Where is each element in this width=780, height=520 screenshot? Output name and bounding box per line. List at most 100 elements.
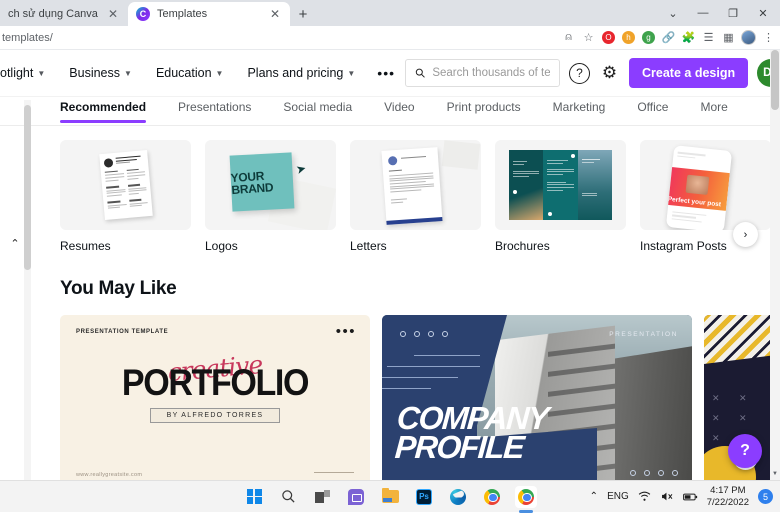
category-card-resumes[interactable]: Resumes (60, 140, 191, 253)
share-icon[interactable]: ⍝ (559, 28, 578, 47)
browser-tab-active[interactable]: C Templates ✕ (128, 2, 290, 26)
honey-extension-icon[interactable]: h (619, 28, 638, 47)
category-tab-bar: Recommended Presentations Social media V… (0, 97, 780, 126)
chevron-down-icon[interactable]: ⌄ (658, 0, 688, 26)
category-label: Brochures (495, 239, 550, 253)
canva-favicon-icon: C (136, 7, 150, 21)
edge-icon (450, 488, 466, 505)
page-scrollbar[interactable]: ▼ (770, 50, 780, 480)
gear-icon[interactable]: ⚙ (599, 63, 620, 84)
close-icon[interactable]: ✕ (106, 7, 120, 21)
maximize-icon[interactable]: ❐ (718, 0, 748, 26)
clock[interactable]: 4:17 PM 7/22/2022 (707, 485, 749, 509)
brochure-artwork (495, 140, 626, 230)
wifi-icon[interactable] (638, 491, 651, 502)
opera-extension-icon[interactable]: O (599, 28, 618, 47)
template-card-creative-portfolio[interactable]: PRESENTATION TEMPLATE ••• creative PORTF… (60, 315, 370, 480)
close-icon[interactable]: ✕ (268, 7, 282, 21)
nav-item-business[interactable]: Business ▼ (57, 66, 144, 80)
tray-overflow-icon[interactable]: ⌃ (590, 491, 598, 502)
tab-more[interactable]: More (700, 100, 747, 123)
template-artwork: creative PORTFOLIO BY ALFREDO TORRES (60, 350, 370, 424)
nav-right-group: Search thousands of templ ? ⚙ Create a d… (405, 58, 780, 88)
decorative-lines (382, 355, 480, 399)
photoshop-button[interactable]: Ps (413, 486, 435, 508)
nav-more-button[interactable]: ••• (367, 65, 405, 81)
template-kicker: PRESENTATION TEMPLATE (76, 329, 169, 335)
search-input[interactable]: Search thousands of templ (405, 59, 561, 87)
grammarly-extension-icon[interactable]: g (639, 28, 658, 47)
category-card-letters[interactable]: Letters (350, 140, 481, 253)
notification-badge[interactable]: 5 (758, 489, 773, 504)
scroll-down-icon[interactable]: ▼ (771, 469, 779, 478)
nav-item-plans-and-pricing[interactable]: Plans and pricing ▼ (235, 66, 367, 80)
toolbar-icon-group: ⍝ ☆ O h g 🔗 🧩 ☰ ▦ ⋮ (559, 28, 780, 47)
chrome-active-button[interactable] (515, 485, 537, 513)
extensions-puzzle-icon[interactable]: 🧩 (679, 28, 698, 47)
search-icon (415, 68, 425, 78)
chrome-menu-icon[interactable]: ⋮ (759, 28, 778, 47)
help-icon[interactable]: ? (569, 62, 591, 84)
tab-marketing[interactable]: Marketing (553, 100, 626, 123)
start-button[interactable] (243, 486, 265, 508)
chrome-button[interactable] (481, 486, 503, 508)
link-extension-icon[interactable]: 🔗 (659, 28, 678, 47)
thumbnail (350, 140, 481, 230)
browser-tab-inactive[interactable]: ch sử dụng Canva trên điện th ✕ (0, 2, 128, 26)
divider (314, 472, 354, 473)
nav-item-spotlight[interactable]: otlight ▼ (0, 66, 57, 80)
window-close-icon[interactable]: ✕ (748, 0, 778, 26)
language-indicator[interactable]: ENG (607, 491, 629, 502)
bookmark-star-icon[interactable]: ☆ (579, 28, 598, 47)
thumbnail (60, 140, 191, 230)
thumbnail: YOUR BRAND ➤ (205, 140, 336, 230)
tab-video[interactable]: Video (384, 100, 434, 123)
chrome-icon (518, 488, 534, 505)
clock-time: 4:17 PM (710, 484, 746, 496)
category-card-logos[interactable]: YOUR BRAND ➤ Logos (205, 140, 336, 253)
template-menu-icon[interactable]: ••• (336, 324, 356, 339)
taskbar-app-group: Ps (243, 485, 537, 513)
decorative-dots-top (400, 331, 448, 337)
search-button[interactable] (277, 486, 299, 508)
sidebar-scrollbar-thumb[interactable] (24, 105, 31, 270)
search-icon (281, 490, 295, 503)
reading-list-icon[interactable]: ☰ (699, 28, 718, 47)
address-bar[interactable]: templates/ (0, 28, 559, 48)
template-kicker: PRESENTATION (609, 331, 678, 338)
speaker-muted-icon[interactable] (660, 491, 674, 502)
category-card-row: Resumes YOUR BRAND ➤ Logos Letters Broch… (60, 140, 780, 253)
chevron-down-icon: ▼ (347, 68, 356, 78)
help-fab-button[interactable]: ? (728, 434, 762, 468)
battery-icon[interactable] (682, 492, 698, 502)
tab-recommended[interactable]: Recommended (60, 100, 166, 123)
tab-office[interactable]: Office (637, 100, 688, 123)
tab-social-media[interactable]: Social media (283, 100, 372, 123)
minimize-icon[interactable]: — (688, 0, 718, 26)
create-a-design-button[interactable]: Create a design (629, 58, 749, 88)
chrome-icon (484, 488, 500, 505)
tab-presentations[interactable]: Presentations (178, 100, 271, 123)
new-tab-button[interactable]: + (290, 2, 316, 26)
side-panel-icon[interactable]: ▦ (719, 28, 738, 47)
thumbnail: Perfect your post (640, 140, 771, 230)
nav-label: Education (155, 66, 212, 80)
windows-logo-icon (246, 489, 262, 504)
browser-toolbar: templates/ ⍝ ☆ O h g 🔗 🧩 ☰ ▦ ⋮ (0, 26, 780, 50)
profile-avatar-icon[interactable] (739, 28, 758, 47)
tab-print-products[interactable]: Print products (447, 100, 541, 123)
category-card-brochures[interactable]: Brochures (495, 140, 626, 253)
page-scrollbar-thumb[interactable] (771, 50, 779, 110)
decorative-dots-bottom (630, 470, 678, 476)
carousel-next-categories[interactable]: › (733, 222, 758, 247)
template-card-company-profile[interactable]: PRESENTATION COMPANY PROFILE (382, 315, 692, 480)
chat-button[interactable] (345, 486, 367, 508)
folder-icon (381, 487, 399, 503)
task-view-button[interactable] (311, 486, 333, 508)
file-explorer-button[interactable] (379, 486, 401, 508)
nav-item-education[interactable]: Education ▼ (144, 66, 236, 80)
tab-title: Templates (157, 8, 208, 20)
edge-button[interactable] (447, 486, 469, 508)
letter-artwork (350, 140, 481, 230)
chevron-up-icon[interactable]: ⌃ (8, 236, 22, 250)
